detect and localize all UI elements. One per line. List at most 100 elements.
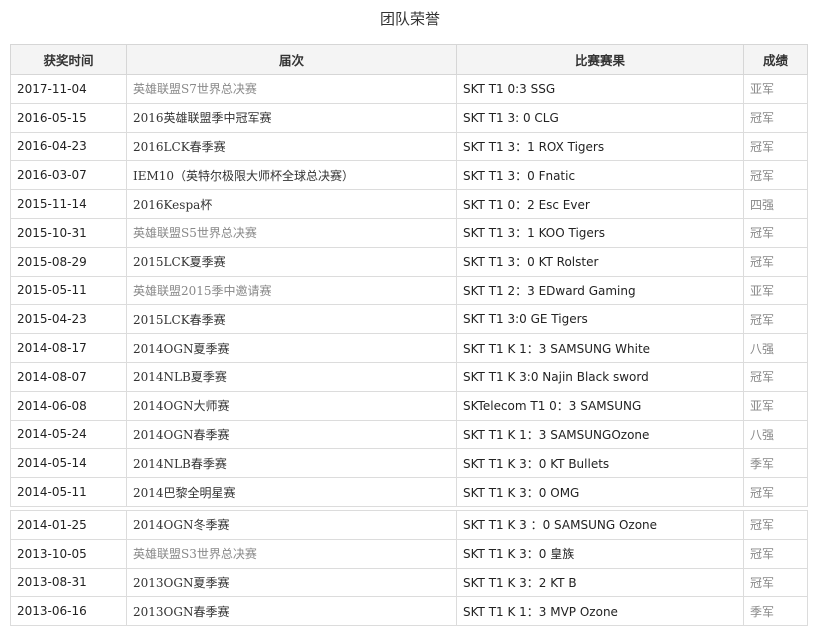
- cell-date: 2015-04-23: [10, 304, 127, 335]
- cell-date: 2013-08-31: [10, 567, 127, 598]
- table-row: 2013-06-16 2013OGN春季赛 SKT T1 K 1：3 MVP Ozo…: [10, 596, 808, 627]
- cell-date: 2015-05-11: [10, 275, 127, 306]
- cell-match: SKT T1 K 3 ：0 SAMSUNG Ozone: [456, 509, 744, 540]
- table-row: 2013-10-05 英雄联盟S3世界总决赛 SKT T1 K 3：0 皇族 冠军: [10, 538, 808, 569]
- table-row: 2015-10-31 英雄联盟S5世界总决赛 SKT T1 3：1 KOO Tige…: [10, 217, 808, 248]
- cell-match: SKT T1 K 1：3 SAMSUNG White: [456, 333, 744, 363]
- cell-event: 2016LCK春季赛: [126, 131, 457, 162]
- cell-event: 2013OGN夏季赛: [126, 567, 457, 598]
- cell-match: SKT T1 3：0 KT Rolster: [456, 246, 744, 277]
- cell-date: 2016-03-07: [10, 160, 127, 191]
- table-row: 2014-05-14 2014NLB春季赛 SKT T1 K 3：0 KT Bull…: [10, 448, 808, 479]
- cell-event: 2015LCK夏季赛: [126, 246, 457, 277]
- table-row: 2016-04-23 2016LCK春季赛 SKT T1 3：1 ROX Tiger…: [10, 131, 808, 162]
- table-row: 2016-03-07 IEM10（英特尔极限大师杯全球总决赛） SKT T1 3：0…: [10, 160, 808, 191]
- cell-match: SKT T1 K 1：3 MVP Ozone: [456, 596, 744, 627]
- cell-event: 2014NLB春季赛: [126, 448, 457, 479]
- cell-result: 冠军: [743, 361, 808, 392]
- cell-event: 英雄联盟S3世界总决赛: [126, 538, 457, 569]
- cell-event: 2014NLB夏季赛: [126, 361, 457, 392]
- table-header-row: 获奖时间 届次 比赛赛果 成绩: [10, 44, 808, 75]
- honors-table: 获奖时间 届次 比赛赛果 成绩 2017-11-04 英雄联盟S7世界总决赛 SKT…: [10, 44, 808, 627]
- table-row: 2015-04-23 2015LCK春季赛 SKT T1 3:0 GE Tigers…: [10, 304, 808, 335]
- table-row: 2015-05-11 英雄联盟2015季中邀请赛 SKT T1 2：3 EDward…: [10, 275, 808, 306]
- cell-date: 2014-05-14: [10, 448, 127, 479]
- cell-result: 亚军: [743, 275, 808, 306]
- cell-date: 2015-08-29: [10, 246, 127, 277]
- cell-result: 冠军: [743, 477, 808, 507]
- cell-result: 冠军: [743, 160, 808, 191]
- cell-match: SKT T1 3：1 KOO Tigers: [456, 217, 744, 248]
- cell-result: 四强: [743, 189, 808, 219]
- header-result: 成绩: [743, 44, 808, 75]
- cell-result: 冠军: [743, 131, 808, 162]
- cell-event: 2014OGN冬季赛: [126, 509, 457, 540]
- cell-match: SKT T1 0：2 Esc Ever: [456, 189, 744, 219]
- cell-match: SKT T1 2：3 EDward Gaming: [456, 275, 744, 306]
- cell-date: 2016-04-23: [10, 131, 127, 162]
- cell-event: 2016Kespa杯: [126, 189, 457, 219]
- header-date: 获奖时间: [10, 44, 127, 75]
- cell-date: 2014-05-11: [10, 477, 127, 507]
- cell-event: 2014OGN春季赛: [126, 419, 457, 450]
- cell-date: 2015-11-14: [10, 189, 127, 219]
- cell-event: 2014OGN大师赛: [126, 390, 457, 421]
- page-title: 团队荣誉: [379, 10, 440, 28]
- cell-match: SKT T1 3: 0 CLG: [456, 102, 744, 133]
- header-event: 届次: [126, 44, 457, 75]
- cell-match: SKT T1 3:0 GE Tigers: [456, 304, 744, 335]
- cell-event: 2016英雄联盟季中冠军赛: [126, 102, 457, 133]
- cell-result: 八强: [743, 333, 808, 363]
- header-match: 比赛赛果: [456, 44, 744, 75]
- table-row: 2015-11-14 2016Kespa杯 SKT T1 0：2 Esc Ever 四…: [10, 189, 808, 219]
- cell-match: SKT T1 0:3 SSG: [456, 74, 744, 104]
- table-row: 2014-06-08 2014OGN大师赛 SKTelecom T1 0：3 SAM…: [10, 390, 808, 421]
- table-row: 2017-11-04 英雄联盟S7世界总决赛 SKT T1 0:3 SSG 亚军: [10, 74, 808, 104]
- cell-date: 2014-01-25: [10, 509, 127, 540]
- cell-event: 英雄联盟2015季中邀请赛: [126, 275, 457, 306]
- cell-result: 亚军: [743, 74, 808, 104]
- cell-result: 冠军: [743, 538, 808, 569]
- cell-match: SKT T1 3：1 ROX Tigers: [456, 131, 744, 162]
- cell-event: 2014OGN夏季赛: [126, 333, 457, 363]
- table-row: 2014-05-11 2014巴黎全明星赛 SKT T1 K 3：0 OMG 冠军: [10, 477, 808, 507]
- table-row: 2014-08-07 2014NLB夏季赛 SKT T1 K 3:0 Najin B…: [10, 361, 808, 392]
- cell-result: 冠军: [743, 509, 808, 540]
- cell-date: 2014-08-07: [10, 361, 127, 392]
- cell-result: 亚军: [743, 390, 808, 421]
- cell-event: 英雄联盟S5世界总决赛: [126, 217, 457, 248]
- cell-match: SKT T1 K 3：0 皇族: [456, 538, 744, 569]
- cell-result: 冠军: [743, 567, 808, 598]
- table-row: 2014-08-17 2014OGN夏季赛 SKT T1 K 1：3 SAMSUNG…: [10, 333, 808, 363]
- cell-date: 2013-06-16: [10, 596, 127, 627]
- cell-event: 2015LCK春季赛: [126, 304, 457, 335]
- cell-match: SKT T1 K 3：0 OMG: [456, 477, 744, 507]
- cell-result: 冠军: [743, 102, 808, 133]
- cell-event: IEM10（英特尔极限大师杯全球总决赛）: [126, 160, 457, 191]
- cell-match: SKT T1 K 3:0 Najin Black sword: [456, 361, 744, 392]
- cell-date: 2016-05-15: [10, 102, 127, 133]
- cell-date: 2014-05-24: [10, 419, 127, 450]
- cell-event: 英雄联盟S7世界总决赛: [126, 74, 457, 104]
- cell-date: 2014-06-08: [10, 390, 127, 421]
- cell-match: SKT T1 K 1：3 SAMSUNGOzone: [456, 419, 744, 450]
- cell-result: 冠军: [743, 246, 808, 277]
- cell-result: 冠军: [743, 217, 808, 248]
- cell-date: 2013-10-05: [10, 538, 127, 569]
- cell-result: 冠军: [743, 304, 808, 335]
- cell-result: 季军: [743, 448, 808, 479]
- cell-match: SKT T1 K 3：2 KT B: [456, 567, 744, 598]
- cell-event: 2013OGN春季赛: [126, 596, 457, 627]
- cell-date: 2017-11-04: [10, 74, 127, 104]
- cell-result: 八强: [743, 419, 808, 450]
- table-row: 2014-01-25 2014OGN冬季赛 SKT T1 K 3 ：0 SAMSUN…: [10, 509, 808, 540]
- cell-match: SKTelecom T1 0：3 SAMSUNG: [456, 390, 744, 421]
- cell-match: SKT T1 K 3：0 KT Bullets: [456, 448, 744, 479]
- cell-result: 季军: [743, 596, 808, 627]
- table-row: 2015-08-29 2015LCK夏季赛 SKT T1 3：0 KT Rolste…: [10, 246, 808, 277]
- cell-event: 2014巴黎全明星赛: [126, 477, 457, 507]
- cell-date: 2014-08-17: [10, 333, 127, 363]
- table-row: 2013-08-31 2013OGN夏季赛 SKT T1 K 3：2 KT B 冠军: [10, 567, 808, 598]
- cell-match: SKT T1 3：0 Fnatic: [456, 160, 744, 191]
- table-row: 2016-05-15 2016英雄联盟季中冠军赛 SKT T1 3: 0 CLG 冠军: [10, 102, 808, 133]
